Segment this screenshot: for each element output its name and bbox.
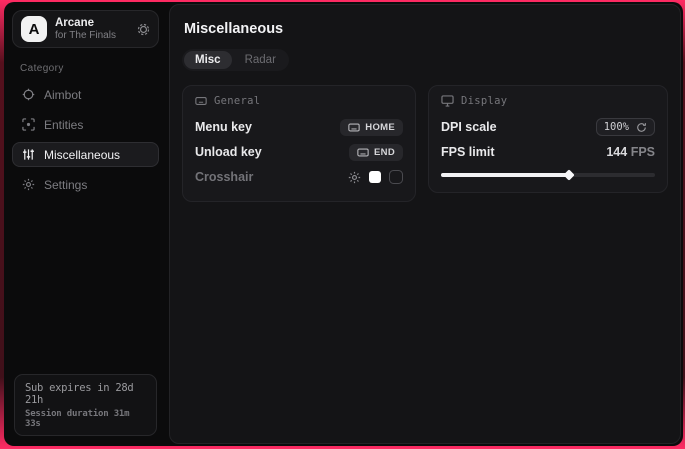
crosshair-target-icon <box>22 88 35 101</box>
fps-unit: FPS <box>631 145 655 159</box>
page-title: Miscellaneous <box>184 21 668 37</box>
fps-limit-label: FPS limit <box>441 145 494 159</box>
crosshair-settings-gear-icon[interactable] <box>348 171 361 184</box>
app-titles: Arcane for The Finals <box>55 17 129 42</box>
menu-key-value: HOME <box>365 122 395 133</box>
fps-limit-slider[interactable] <box>441 170 655 180</box>
dpi-scale-label: DPI scale <box>441 120 497 134</box>
crosshair-checkbox[interactable] <box>389 170 403 184</box>
sidebar-item-label: Aimbot <box>44 88 81 102</box>
avatar: A <box>21 16 47 42</box>
tab-bar: Misc Radar <box>182 49 289 71</box>
main-panel: Miscellaneous Misc Radar General <box>169 4 681 444</box>
tab-misc[interactable]: Misc <box>184 51 232 69</box>
crosshair-color-swatch[interactable] <box>369 171 381 183</box>
fps-number: 144 <box>606 145 627 159</box>
session-duration-text: Session duration 31m 33s <box>25 409 146 429</box>
display-card-title: Display <box>461 95 507 107</box>
sidebar-item-settings[interactable]: Settings <box>12 172 159 197</box>
monitor-icon <box>441 95 454 107</box>
general-card-title: General <box>214 95 260 107</box>
general-card-header: General <box>195 95 403 107</box>
sliders-icon <box>22 148 35 161</box>
general-card: General Menu key HOME <box>182 85 416 202</box>
sub-expiry-text: Sub expires in 28d 21h <box>25 382 146 406</box>
menu-key-button[interactable]: HOME <box>340 119 403 136</box>
display-card: Display DPI scale 100% <box>428 85 668 193</box>
display-card-header: Display <box>441 95 655 107</box>
keyboard-layout-icon <box>195 95 207 107</box>
slider-thumb[interactable] <box>564 169 575 180</box>
fps-limit-row: FPS limit 144 FPS <box>441 140 655 164</box>
dpi-scale-value: 100% <box>604 121 629 133</box>
keyboard-icon <box>357 148 369 157</box>
menu-key-label: Menu key <box>195 120 252 134</box>
crosshair-controls <box>348 170 403 184</box>
keyboard-icon <box>348 123 360 132</box>
crosshair-row: Crosshair <box>195 165 403 189</box>
sync-gear-icon[interactable] <box>137 23 150 36</box>
sidebar-item-label: Settings <box>44 178 87 192</box>
gear-icon <box>22 178 35 191</box>
sidebar-item-miscellaneous[interactable]: Miscellaneous <box>12 142 159 167</box>
sidebar-item-entities[interactable]: Entities <box>12 112 159 137</box>
sidebar: A Arcane for The Finals Category <box>4 2 167 446</box>
subscription-footer: Sub expires in 28d 21h Session duration … <box>14 374 157 436</box>
app-name: Arcane <box>55 17 129 30</box>
menu-key-row: Menu key HOME <box>195 115 403 139</box>
sidebar-header: A Arcane for The Finals <box>12 10 159 48</box>
unload-key-row: Unload key END <box>195 140 403 164</box>
dpi-scale-button[interactable]: 100% <box>596 118 655 136</box>
dpi-scale-row: DPI scale 100% <box>441 115 655 139</box>
unload-key-button[interactable]: END <box>349 144 403 161</box>
cards-row: General Menu key HOME <box>182 85 668 202</box>
entities-scan-icon <box>22 118 35 131</box>
tab-radar[interactable]: Radar <box>234 51 287 69</box>
category-label: Category <box>20 63 153 74</box>
unload-key-value: END <box>374 147 395 158</box>
sidebar-item-label: Miscellaneous <box>44 148 120 162</box>
sidebar-item-aimbot[interactable]: Aimbot <box>12 82 159 107</box>
refresh-cycle-icon <box>636 122 647 133</box>
slider-fill <box>441 173 569 177</box>
fps-limit-value: 144 FPS <box>606 145 655 159</box>
crosshair-label: Crosshair <box>195 170 253 184</box>
app-window: A Arcane for The Finals Category <box>4 2 683 446</box>
sidebar-item-label: Entities <box>44 118 83 132</box>
sidebar-nav: Aimbot Entities Miscel <box>10 82 161 197</box>
unload-key-label: Unload key <box>195 145 262 159</box>
app-subtitle: for The Finals <box>55 30 129 42</box>
